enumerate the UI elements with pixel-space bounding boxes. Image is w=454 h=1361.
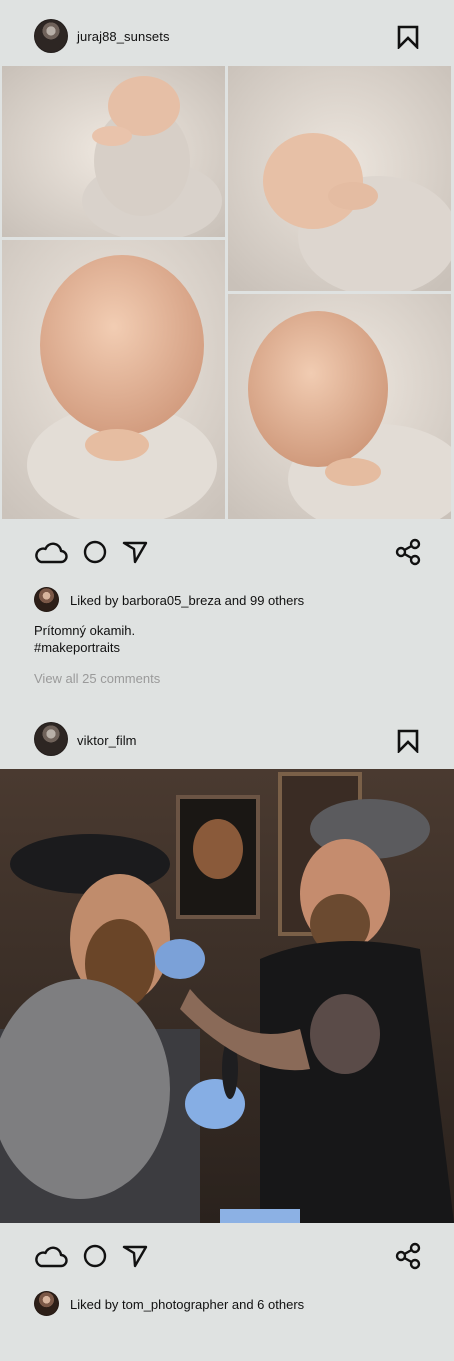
liker-avatar[interactable]	[34, 587, 59, 612]
post-2-avatar[interactable]	[34, 722, 68, 756]
send-triangle-icon[interactable]	[122, 1242, 148, 1270]
bookmark-icon[interactable]	[397, 729, 419, 753]
barbershop-photo	[0, 769, 454, 1223]
post-1-avatar[interactable]	[34, 19, 68, 53]
bookmark-icon[interactable]	[397, 25, 419, 49]
caption-hashtag[interactable]: #makeportraits	[34, 639, 120, 656]
share-nodes-icon[interactable]	[395, 538, 421, 566]
post-1-image-grid[interactable]	[0, 65, 454, 519]
post-2-header: viktor_film	[0, 721, 454, 761]
baby-photo-2	[228, 66, 451, 291]
baby-photo-3	[2, 240, 225, 519]
baby-photo-1	[2, 66, 225, 237]
cloud-like-icon[interactable]	[34, 1242, 68, 1270]
share-nodes-icon[interactable]	[395, 1242, 421, 1270]
post-1-actions	[0, 535, 454, 571]
liker-avatar[interactable]	[34, 1291, 59, 1316]
baby-photo-4	[228, 294, 451, 519]
post-1-username[interactable]: juraj88_sunsets	[77, 29, 170, 45]
post-1-header: juraj88_sunsets	[0, 17, 454, 57]
post-2-photo[interactable]	[0, 769, 454, 1223]
cloud-like-icon[interactable]	[34, 538, 68, 566]
circle-comment-icon[interactable]	[82, 1242, 108, 1270]
liked-by-text[interactable]: Liked by tom_photographer and 6 others	[70, 1297, 304, 1313]
view-comments-link[interactable]: View all 25 comments	[34, 671, 160, 687]
liked-by-text[interactable]: Liked by barbora05_breza and 99 others	[70, 593, 304, 609]
post-2-actions	[0, 1239, 454, 1275]
caption-text: Prítomný okamih.	[34, 623, 136, 638]
post-2-username[interactable]: viktor_film	[77, 733, 137, 749]
send-triangle-icon[interactable]	[122, 538, 148, 566]
circle-comment-icon[interactable]	[82, 538, 108, 566]
